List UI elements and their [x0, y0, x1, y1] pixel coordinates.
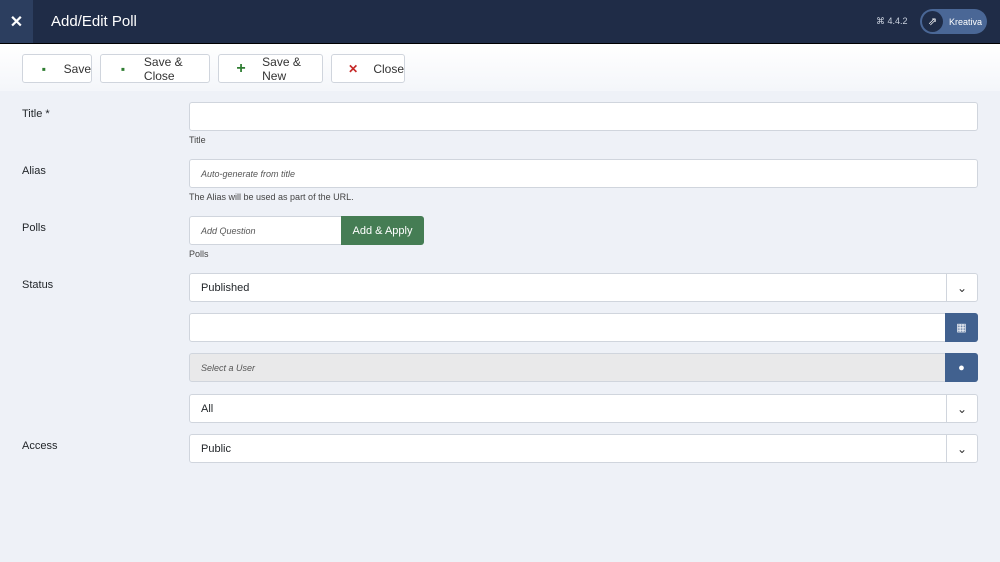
user-name: Kreativa [949, 16, 983, 27]
external-link-icon: ⇗ [922, 11, 943, 32]
status-value: Published [201, 281, 250, 294]
close-button[interactable]: ✕ Close [331, 54, 405, 83]
polls-label: Polls [22, 222, 46, 234]
access-value: Public [201, 442, 231, 455]
add-question-input[interactable]: Add Question [189, 216, 342, 245]
save-close-label: Save & Close [143, 54, 183, 83]
polls-help: Polls [189, 249, 209, 259]
user-input[interactable]: Select a User ● [189, 353, 978, 382]
language-value: All [201, 402, 214, 415]
plus-icon: + [236, 59, 246, 77]
save-label: Save [63, 61, 91, 76]
save-new-label: Save & New [262, 54, 301, 83]
title-help: Title [189, 135, 206, 145]
access-label: Access [22, 440, 58, 452]
title-input[interactable] [189, 102, 978, 131]
status-label: Status [22, 279, 54, 291]
add-question-placeholder: Add Question [201, 225, 256, 236]
chevron-down-icon: ⌄ [946, 435, 977, 462]
alias-help: The Alias will be used as part of the UR… [189, 192, 354, 202]
version-number: 4.4.2 [887, 16, 908, 26]
save-close-button[interactable]: ▪ Save & Close [100, 54, 210, 83]
save-icon: ▪ [41, 61, 46, 76]
save-new-button[interactable]: + Save & New [218, 54, 323, 83]
header: ✕ Add/Edit Poll ⌘ 4.4.2 ⇗ Kreativa [0, 0, 1000, 43]
user-placeholder: Select a User [201, 362, 256, 373]
close-icon: ✕ [348, 61, 359, 76]
alias-input[interactable]: Auto-generate from title [189, 159, 978, 188]
status-select[interactable]: Published ⌄ [189, 273, 978, 302]
chevron-down-icon: ⌄ [946, 395, 977, 422]
page-title: Add/Edit Poll [51, 13, 137, 30]
save-icon: ▪ [120, 61, 126, 76]
title-label: Title * [22, 108, 50, 120]
alias-label: Alias [22, 165, 46, 177]
add-apply-button[interactable]: Add & Apply [341, 216, 424, 245]
alias-placeholder: Auto-generate from title [201, 168, 296, 179]
language-select[interactable]: All ⌄ [189, 394, 978, 423]
access-select[interactable]: Public ⌄ [189, 434, 978, 463]
date-input[interactable]: ▦ [189, 313, 978, 342]
save-button[interactable]: ▪ Save [22, 54, 92, 83]
calendar-icon[interactable]: ▦ [945, 313, 978, 342]
user-icon[interactable]: ● [945, 353, 978, 382]
user-menu-button[interactable]: ⇗ Kreativa [920, 9, 987, 34]
version-label: ⌘ 4.4.2 [876, 16, 908, 26]
chevron-down-icon: ⌄ [946, 274, 977, 301]
joomla-logo-icon[interactable]: ✕ [0, 0, 33, 43]
toolbar: ▪ Save ▪ Save & Close + Save & New ✕ Close [0, 43, 1000, 91]
close-label: Close [373, 61, 404, 76]
